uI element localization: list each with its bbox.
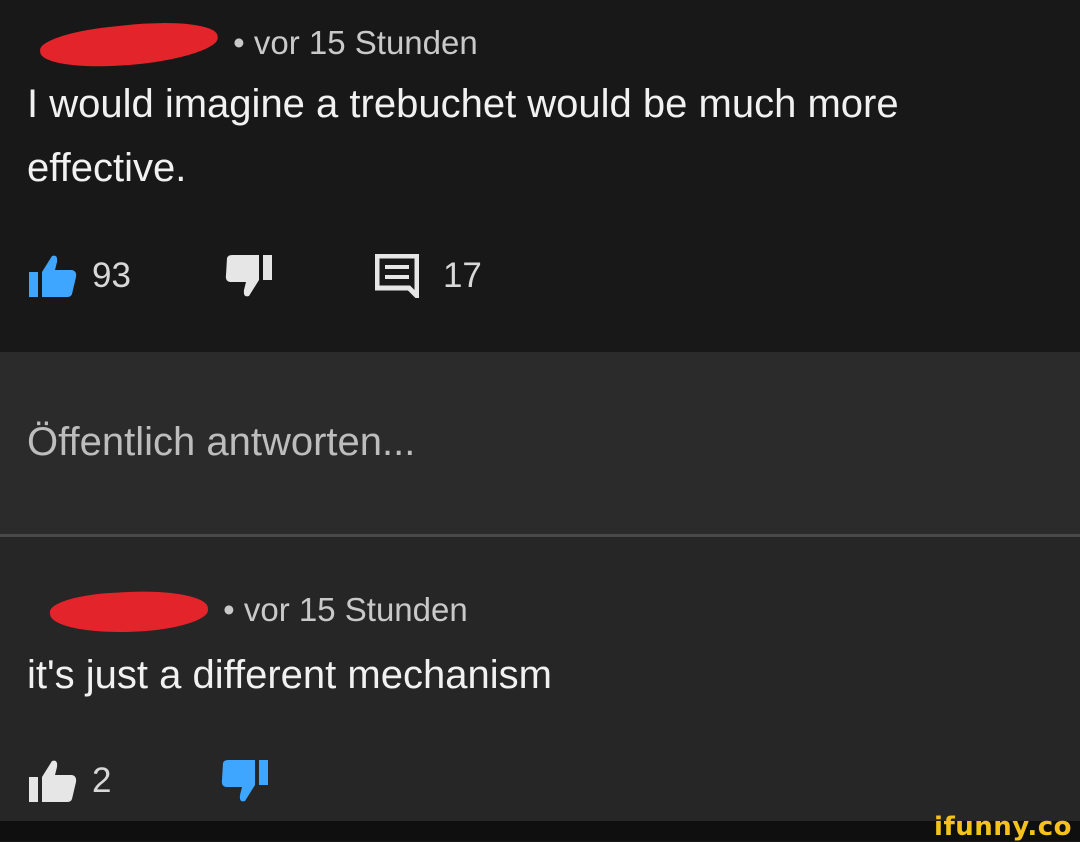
thumbs-down-icon	[221, 759, 271, 803]
like-count: 2	[92, 761, 112, 800]
comment-1-text-line-2: effective.	[27, 146, 187, 190]
comment-2-text-line-1: it's just a different mechanism	[27, 653, 552, 697]
redacted-author-name	[38, 16, 220, 75]
comment-1-actions: 93 17	[28, 254, 482, 298]
thumbs-up-icon	[28, 254, 78, 298]
redacted-author-name	[49, 588, 209, 637]
dislike-button[interactable]	[221, 759, 271, 803]
dislike-button[interactable]	[225, 254, 275, 298]
like-button[interactable]: 2	[28, 759, 111, 803]
comment-1-timestamp: • vor 15 Stunden	[233, 24, 478, 61]
thumbs-down-icon	[225, 254, 275, 298]
reply-count: 17	[442, 256, 482, 295]
watermark-logo: ifunny.co	[934, 812, 1072, 842]
comment-1: • vor 15 Stunden I would imagine a trebu…	[0, 0, 1080, 352]
comment-icon	[374, 254, 419, 298]
comment-2-timestamp: • vor 15 Stunden	[223, 591, 468, 628]
comment-2-header: • vor 15 Stunden	[28, 588, 468, 637]
like-button[interactable]: 93	[28, 254, 131, 298]
like-count: 93	[92, 256, 131, 295]
comment-1-text-line-1: I would imagine a trebuchet would be muc…	[27, 82, 899, 126]
reply-count-button[interactable]: 17	[374, 254, 482, 298]
footer-strip	[0, 821, 1080, 841]
comment-1-header: • vor 15 Stunden	[28, 16, 478, 75]
thumbs-up-icon	[28, 759, 78, 803]
comment-2-actions: 2	[28, 759, 271, 803]
reply-input-placeholder[interactable]: Öffentlich antworten...	[27, 420, 415, 465]
comment-1-text: I would imagine a trebuchet would be muc…	[27, 72, 899, 200]
comment-2-text: it's just a different mechanism	[27, 643, 552, 707]
comment-2: • vor 15 Stunden it's just a different m…	[0, 537, 1080, 821]
